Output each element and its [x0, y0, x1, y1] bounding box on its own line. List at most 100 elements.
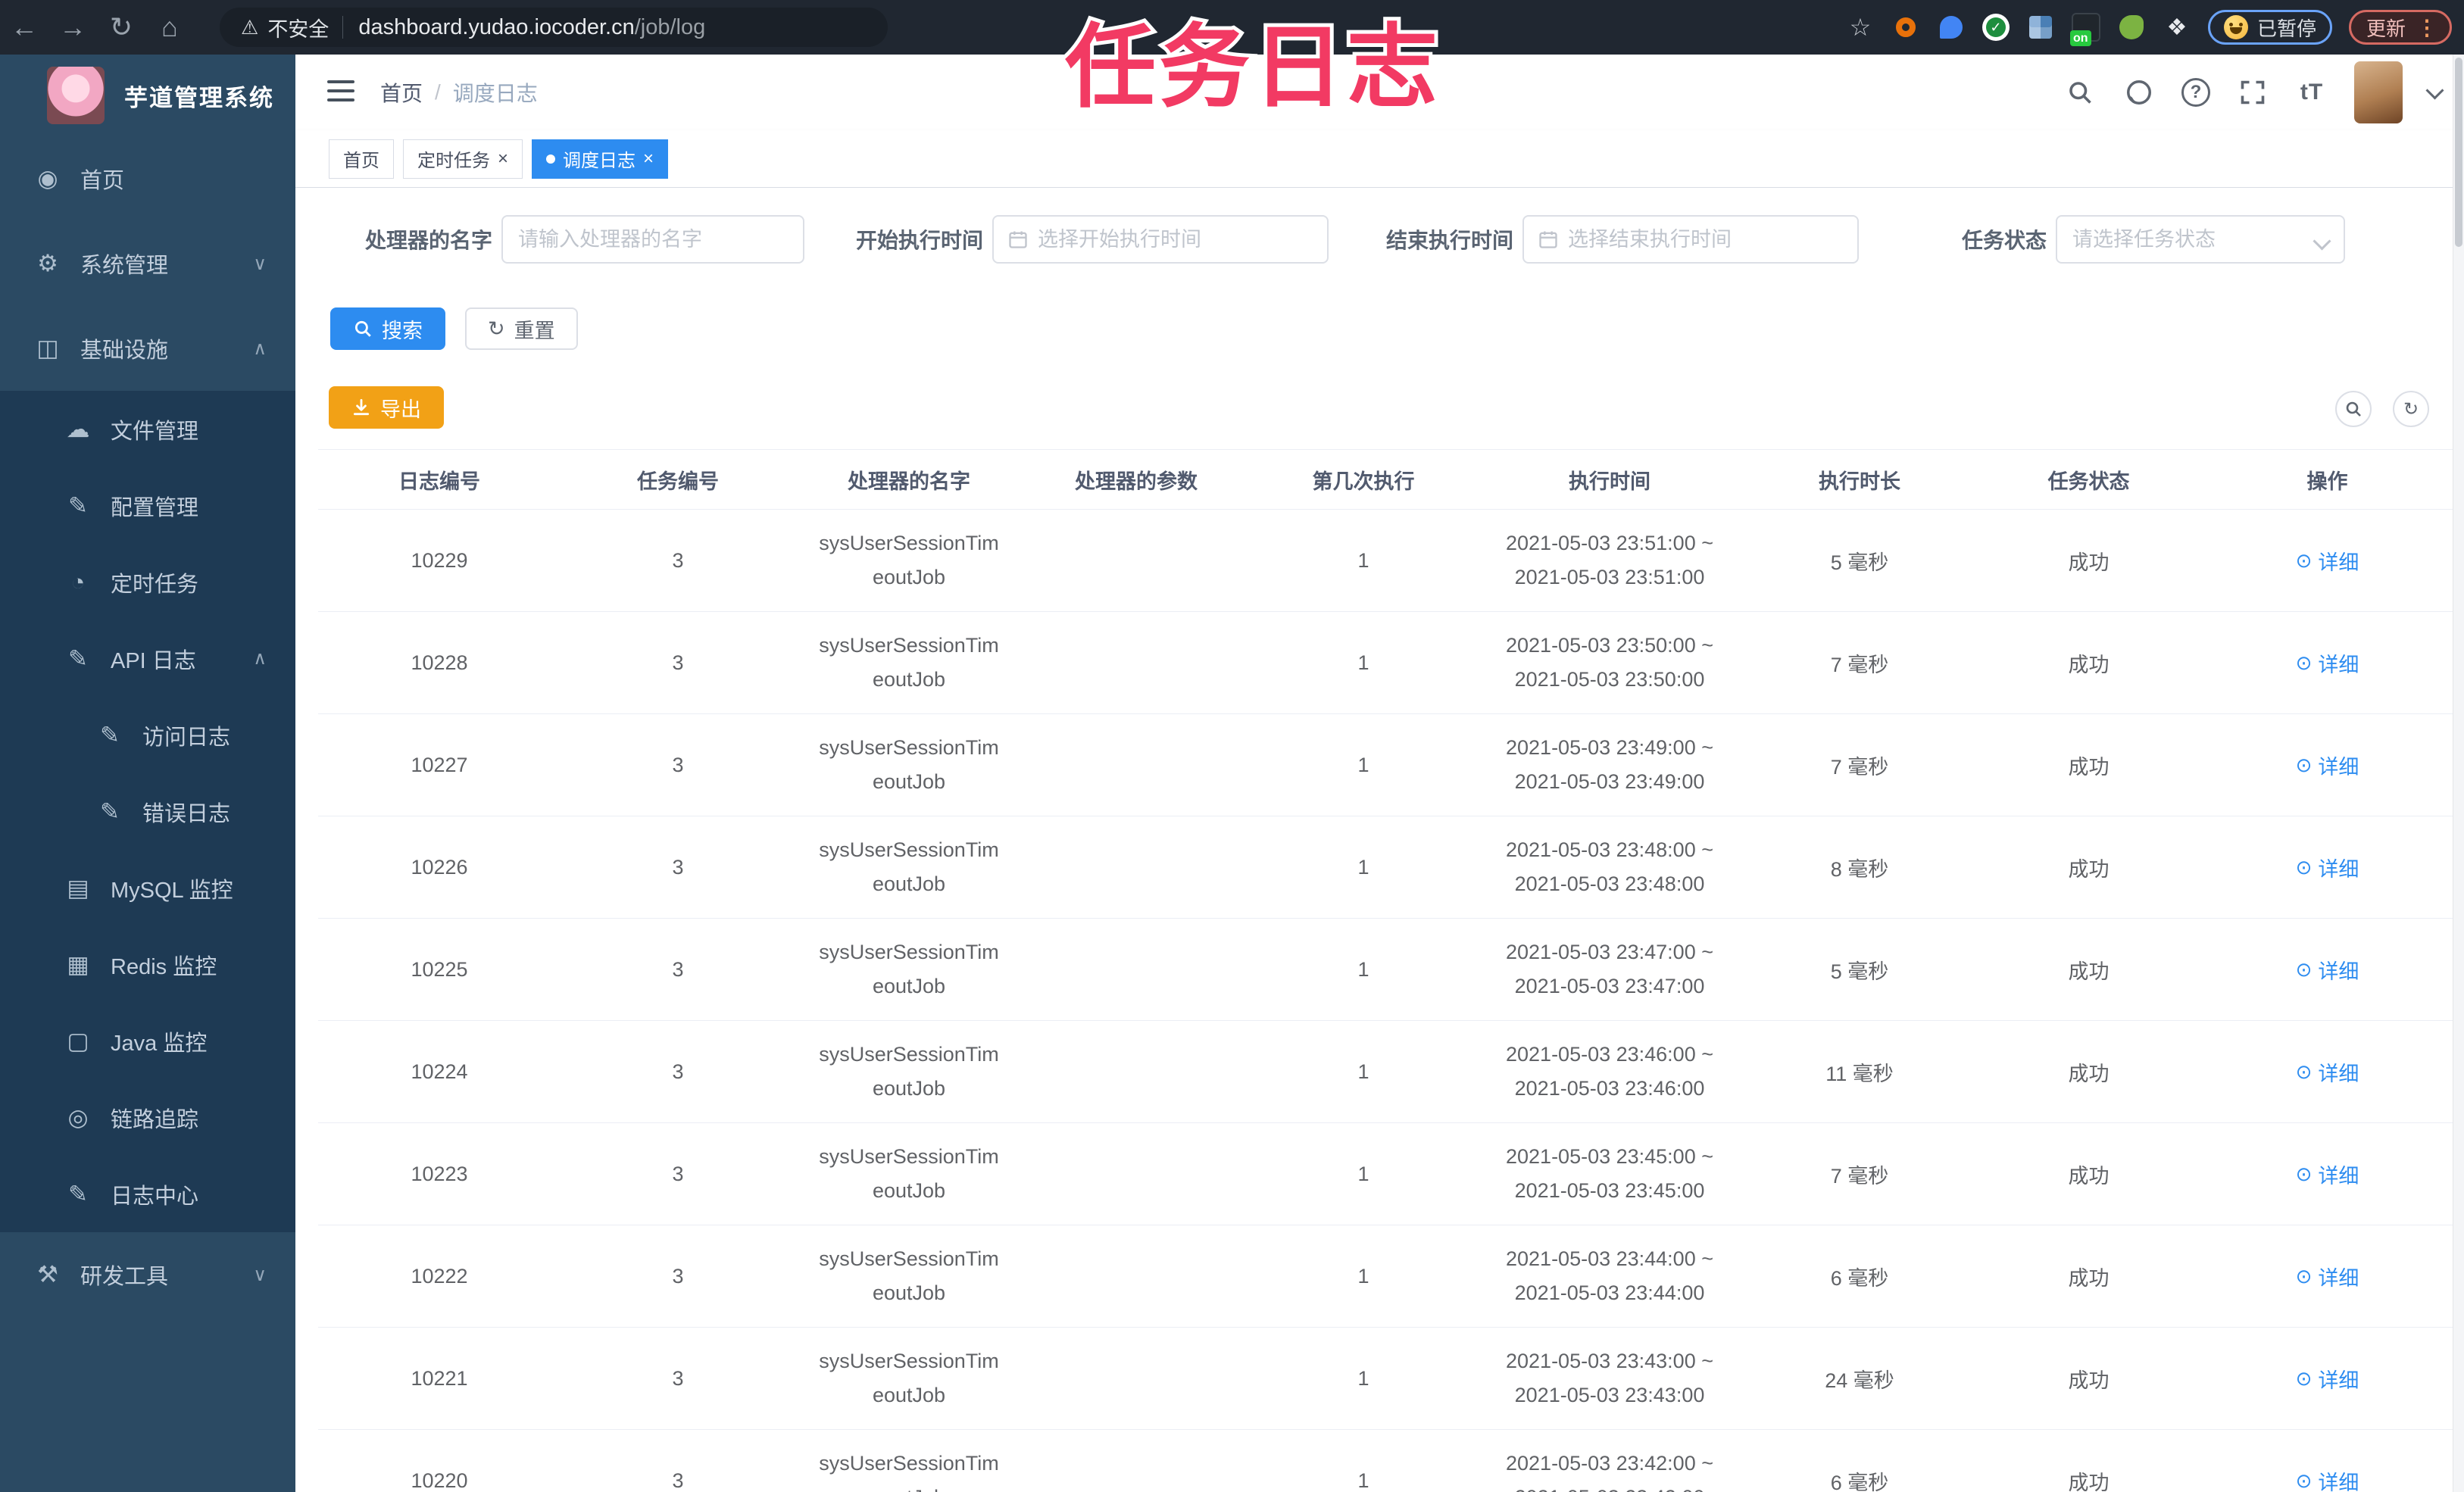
- detail-link-label: 详细: [2318, 1266, 2359, 1290]
- close-icon[interactable]: ×: [643, 148, 654, 170]
- help-icon[interactable]: ?: [2181, 78, 2210, 107]
- cell-execute-time: 2021-05-03 23:48:00 ~ 2021-05-03 23:48:0…: [1477, 816, 1742, 919]
- detail-link[interactable]: ⊙ 详细: [2296, 751, 2359, 780]
- sidebar-item-error-log[interactable]: ✎ 错误日志: [0, 773, 295, 850]
- sidebar-item-label: API 日志: [111, 648, 196, 673]
- sidebar-item-access-log[interactable]: ✎ 访问日志: [0, 697, 295, 773]
- cell-duration: 5 毫秒: [1742, 918, 1977, 1021]
- forward-icon[interactable]: →: [48, 14, 97, 41]
- start-time-input[interactable]: [1029, 227, 1327, 251]
- extension-icon-grid[interactable]: [2026, 13, 2055, 42]
- bookmark-star-icon[interactable]: ☆: [1846, 13, 1875, 42]
- browser-update-button[interactable]: 更新 ⋮: [2348, 10, 2452, 45]
- cell-duration: 7 毫秒: [1742, 1122, 1977, 1225]
- not-secure-label[interactable]: 不安全: [267, 13, 329, 42]
- refresh-icon: ↻: [488, 317, 505, 340]
- sidebar-item-log-center[interactable]: ✎ 日志中心: [0, 1156, 295, 1232]
- cell-actions: ⊙ 详细: [2200, 1327, 2454, 1430]
- toggle-search-button[interactable]: [2335, 391, 2372, 427]
- reload-icon[interactable]: ↻: [97, 14, 145, 41]
- eye-icon: ⊙: [2295, 1162, 2313, 1185]
- sidebar-item-scheduled-jobs[interactable]: ◔ 定时任务: [0, 544, 295, 620]
- font-size-icon[interactable]: tT: [2295, 76, 2328, 109]
- main-content: 处理器的名字 开始执行时间 结束执行时间: [295, 188, 2464, 1492]
- search-button[interactable]: 搜索: [330, 307, 445, 350]
- close-icon[interactable]: ×: [498, 148, 508, 170]
- sidebar-item-label: 文件管理: [111, 419, 199, 444]
- export-button-label: 导出: [380, 398, 421, 421]
- detail-link[interactable]: ⊙ 详细: [2296, 1262, 2359, 1291]
- sidebar-item-java-monitor[interactable]: ▢ Java 监控: [0, 1003, 295, 1079]
- extension-icon-leaf[interactable]: [2117, 13, 2146, 42]
- tab-scheduled-jobs[interactable]: 定时任务 ×: [403, 139, 523, 179]
- sidebar-item-home[interactable]: ◉ 首页: [0, 136, 295, 221]
- handler-name-input[interactable]: [503, 227, 803, 251]
- script-paused-badge[interactable]: 已暂停: [2207, 10, 2332, 45]
- detail-link[interactable]: ⊙ 详细: [2296, 1160, 2359, 1189]
- detail-link[interactable]: ⊙ 详细: [2296, 1364, 2359, 1394]
- export-button[interactable]: 导出: [329, 386, 444, 429]
- reset-button[interactable]: ↻ 重置: [465, 307, 578, 350]
- tab-home[interactable]: 首页: [329, 139, 394, 179]
- back-icon[interactable]: ←: [0, 14, 48, 41]
- extension-icon-orange[interactable]: [1891, 13, 1920, 42]
- avatar-caret-icon[interactable]: [2425, 80, 2444, 100]
- browser-actions: ☆ ✓ on ❖ 已暂停 更新 ⋮: [1846, 0, 2452, 55]
- cell-actions: ⊙ 详细: [2200, 713, 2454, 816]
- hamburger-icon[interactable]: [327, 80, 354, 103]
- avatar[interactable]: [2354, 61, 2403, 123]
- sidebar-item-label: 日志中心: [111, 1184, 199, 1209]
- refresh-table-button[interactable]: ↻: [2393, 391, 2429, 427]
- job-status-select[interactable]: [2056, 215, 2345, 264]
- sidebar-item-file-management[interactable]: ☁ 文件管理: [0, 391, 295, 467]
- scrollbar-thumb[interactable]: [2455, 58, 2462, 247]
- detail-link[interactable]: ⊙ 详细: [2296, 955, 2359, 985]
- detail-link[interactable]: ⊙ 详细: [2296, 1057, 2359, 1087]
- fullscreen-icon[interactable]: [2236, 76, 2269, 109]
- sidebar-item-infrastructure[interactable]: ◫ 基础设施 ∧: [0, 306, 295, 391]
- job-status-select-input[interactable]: [2057, 227, 2344, 251]
- extensions-puzzle-icon[interactable]: ❖: [2163, 13, 2191, 42]
- detail-link[interactable]: ⊙ 详细: [2296, 853, 2359, 882]
- search-icon[interactable]: [2063, 76, 2097, 109]
- extension-icon-drop[interactable]: [1937, 13, 1966, 42]
- extension-icon-check[interactable]: ✓: [1982, 14, 2010, 41]
- cell-actions: ⊙ 详细: [2200, 611, 2454, 714]
- cell-log-id: 10222: [318, 1225, 561, 1328]
- cell-job-id: 3: [561, 509, 795, 612]
- sidebar-item-config-management[interactable]: ✎ 配置管理: [0, 467, 295, 544]
- dashboard-icon: ◉: [37, 165, 58, 192]
- tab-job-log[interactable]: 调度日志 ×: [532, 139, 669, 179]
- cell-log-id: 10226: [318, 816, 561, 919]
- menu-kebab-icon[interactable]: ⋮: [2416, 15, 2437, 40]
- detail-link[interactable]: ⊙ 详细: [2296, 546, 2359, 576]
- detail-link[interactable]: ⊙ 详细: [2296, 648, 2359, 678]
- column-header: 执行时长: [1742, 449, 1977, 510]
- sidebar-item-system[interactable]: ⚙ 系统管理 ∨: [0, 221, 295, 306]
- table-row: 10222 3 sysUserSessionTim eoutJob 1 2021…: [318, 1225, 2454, 1328]
- cell-duration: 24 毫秒: [1742, 1327, 1977, 1430]
- cell-execute-time: 2021-05-03 23:43:00 ~ 2021-05-03 23:43:0…: [1477, 1327, 1742, 1430]
- eye-icon: ⊙: [2295, 753, 2313, 776]
- sidebar-item-redis-monitor[interactable]: ▦ Redis 监控: [0, 926, 295, 1003]
- cell-actions: ⊙ 详细: [2200, 1225, 2454, 1328]
- sidebar-item-dev-tools[interactable]: ⚒ 研发工具 ∨: [0, 1232, 295, 1317]
- sidebar-item-api-log[interactable]: ✎ API 日志 ∧: [0, 620, 295, 697]
- extension-icon-on[interactable]: on: [2069, 13, 2100, 46]
- address-bar[interactable]: ⚠ 不安全 dashboard.yudao.iocoder.cn /job/lo…: [220, 8, 888, 47]
- detail-link[interactable]: ⊙ 详细: [2296, 1466, 2359, 1492]
- cell-status: 成功: [1977, 1429, 2200, 1492]
- breadcrumb-home[interactable]: 首页: [380, 77, 423, 108]
- home-icon[interactable]: ⌂: [145, 14, 194, 41]
- sidebar-item-mysql-monitor[interactable]: ▤ MySQL 监控: [0, 850, 295, 926]
- end-time-input[interactable]: [1559, 227, 1857, 251]
- github-icon[interactable]: [2122, 76, 2156, 109]
- app-logo-row[interactable]: 芋道管理系统: [0, 55, 295, 136]
- cell-execute-index: 1: [1250, 1327, 1477, 1430]
- cell-handler-name: sysUserSessionTim eoutJob: [795, 918, 1023, 1021]
- sidebar-item-trace[interactable]: ◎ 链路追踪: [0, 1079, 295, 1156]
- url-path: /job/log: [634, 14, 706, 39]
- cell-actions: ⊙ 详细: [2200, 918, 2454, 1021]
- cell-job-id: 3: [561, 1429, 795, 1492]
- cell-execute-time: 2021-05-03 23:51:00 ~ 2021-05-03 23:51:0…: [1477, 509, 1742, 612]
